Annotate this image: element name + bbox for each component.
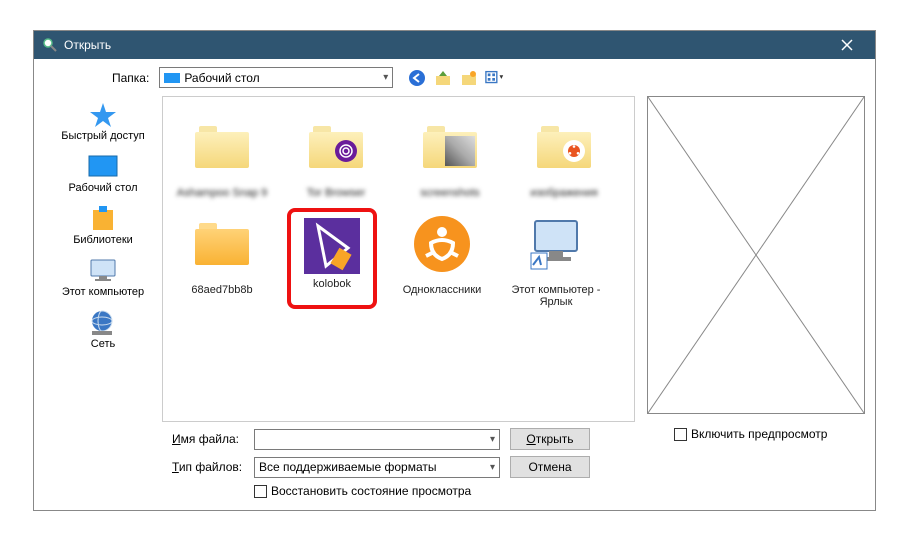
- preview-placeholder-icon: [648, 97, 864, 413]
- place-libraries[interactable]: Библиотеки: [73, 206, 133, 246]
- place-this-pc[interactable]: Этот компьютер: [62, 258, 144, 298]
- folder-label: Папка:: [112, 71, 149, 85]
- filetype-label: Тип файлов:: [172, 460, 244, 474]
- view-menu-icon[interactable]: [485, 68, 505, 88]
- preview-checkbox-row: Включить предпросмотр: [674, 427, 827, 441]
- desktop-icon: [87, 154, 119, 180]
- cancel-button[interactable]: Отмена: [510, 456, 590, 478]
- open-dialog: Открыть Папка: Рабочий стол ▾ Быстрый до…: [33, 30, 876, 511]
- file-list[interactable]: Ashampoo Snap 9 Tor Browser screenshots …: [162, 96, 635, 422]
- filename-input[interactable]: ▾: [254, 429, 500, 450]
- new-folder-icon[interactable]: [459, 68, 479, 88]
- globe-icon: [87, 310, 119, 336]
- folder-dropdown[interactable]: Рабочий стол ▾: [159, 67, 393, 88]
- toolbar: Папка: Рабочий стол ▾: [34, 59, 875, 92]
- preview-checkbox-label: Включить предпросмотр: [691, 427, 827, 441]
- monitor-icon: [87, 258, 119, 284]
- file-item-kolobok[interactable]: kolobok: [287, 208, 377, 309]
- restore-checkbox[interactable]: [254, 485, 267, 498]
- titlebar: Открыть: [34, 31, 875, 59]
- restore-label: Восстановить состояние просмотра: [271, 484, 471, 498]
- preview-checkbox[interactable]: [674, 428, 687, 441]
- file-item[interactable]: Ashampoo Snap 9: [173, 111, 271, 200]
- places-bar: Быстрый доступ Рабочий стол Библиотеки Э…: [44, 96, 162, 422]
- place-network[interactable]: Сеть: [87, 310, 119, 350]
- up-icon[interactable]: [433, 68, 453, 88]
- place-desktop[interactable]: Рабочий стол: [68, 154, 137, 194]
- chevron-down-icon: ▾: [383, 72, 388, 83]
- place-quick-access[interactable]: Быстрый доступ: [61, 102, 145, 142]
- open-button[interactable]: Открыть: [510, 428, 590, 450]
- folder-selected: Рабочий стол: [184, 71, 259, 85]
- file-item[interactable]: 68aed7bb8b: [173, 208, 271, 309]
- filename-label: Имя файла:: [172, 432, 244, 446]
- file-item[interactable]: Этот компьютер - Ярлык: [507, 208, 605, 309]
- preview-pane: [647, 96, 865, 414]
- file-item[interactable]: Одноклассники: [393, 208, 491, 309]
- filetype-dropdown[interactable]: Все поддерживаемые форматы ▾: [254, 457, 500, 478]
- chevron-down-icon[interactable]: ▾: [490, 462, 495, 473]
- file-item[interactable]: изображения: [515, 111, 613, 200]
- chevron-down-icon[interactable]: ▾: [490, 434, 495, 445]
- back-icon[interactable]: [407, 68, 427, 88]
- window-title: Открыть: [64, 38, 827, 52]
- libraries-icon: [87, 206, 119, 232]
- desktop-icon: [164, 73, 180, 83]
- star-icon: [87, 102, 119, 128]
- nav-icons: [407, 68, 505, 88]
- close-button[interactable]: [827, 31, 867, 59]
- magnifier-icon: [42, 37, 58, 53]
- file-item[interactable]: screenshots: [401, 111, 499, 200]
- file-item[interactable]: Tor Browser: [287, 111, 385, 200]
